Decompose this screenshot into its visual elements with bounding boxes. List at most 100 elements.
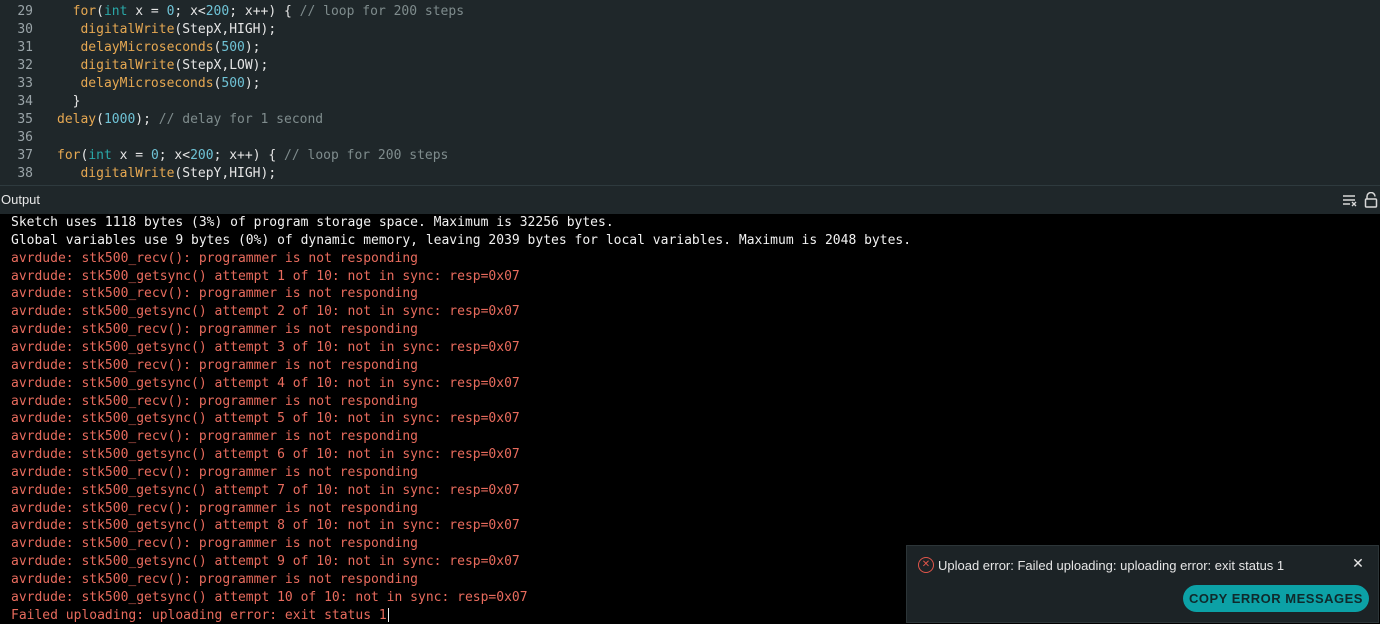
code-token: 200: [205, 4, 230, 19]
log-line-error: avrdude: stk500_recv(): programmer is no…: [11, 393, 418, 411]
code-token: ; x<: [158, 148, 191, 163]
log-text: avrdude: stk500_getsync() attempt 2 of 1…: [11, 304, 520, 320]
log-line-error: Failed uploading: uploading error: exit …: [11, 607, 389, 624]
code-line[interactable]: 38 digitalWrite(StepY,HIGH);: [0, 165, 1380, 183]
log-line-error: avrdude: stk500_recv(): programmer is no…: [11, 464, 418, 482]
code-text: for(int x = 0; x<200; x++) { // loop for…: [57, 3, 464, 21]
log-line-error: avrdude: stk500_getsync() attempt 7 of 1…: [11, 482, 520, 500]
code-token: );: [244, 40, 261, 55]
log-text: avrdude: stk500_getsync() attempt 1 of 1…: [11, 268, 520, 284]
log-text: avrdude: stk500_recv(): programmer is no…: [11, 286, 418, 302]
log-text: avrdude: stk500_recv(): programmer is no…: [11, 572, 418, 587]
log-line-error: avrdude: stk500_recv(): programmer is no…: [11, 428, 418, 446]
code-line[interactable]: 32 digitalWrite(StepX,LOW);: [0, 57, 1380, 75]
log-text: avrdude: stk500_getsync() attempt 3 of 1…: [11, 339, 520, 355]
log-line-error: avrdude: stk500_recv(): programmer is no…: [11, 250, 418, 268]
code-line[interactable]: 36: [0, 129, 1380, 147]
log-line-error: avrdude: stk500_recv(): programmer is no…: [11, 500, 418, 518]
code-line[interactable]: 34 }: [0, 93, 1380, 111]
lock-scroll-icon[interactable]: [1364, 191, 1378, 208]
log-text: avrdude: stk500_recv(): programmer is no…: [11, 500, 418, 516]
code-token: digitalWrite: [80, 22, 175, 37]
code-text: for(int x = 0; x<200; x++) { // loop for…: [57, 147, 448, 165]
log-text: avrdude: stk500_getsync() attempt 6 of 1…: [11, 447, 520, 463]
code-token: );: [244, 76, 261, 91]
code-line[interactable]: 31 delayMicroseconds(500);: [0, 39, 1380, 57]
log-line: Sketch uses 1118 bytes (3%) of program s…: [11, 214, 614, 232]
log-line-error: avrdude: stk500_getsync() attempt 1 of 1…: [11, 268, 520, 286]
code-token: for: [57, 148, 81, 163]
log-text: avrdude: stk500_getsync() attempt 4 of 1…: [11, 375, 520, 391]
code-line[interactable]: 30 digitalWrite(StepX,HIGH);: [0, 21, 1380, 39]
code-token: }: [72, 94, 81, 109]
log-text: avrdude: stk500_getsync() attempt 10 of …: [11, 589, 528, 605]
log-text: Failed uploading: uploading error: exit …: [11, 607, 387, 623]
code-token: ; x<: [174, 4, 206, 19]
log-text: avrdude: stk500_getsync() attempt 5 of 1…: [11, 411, 520, 427]
code-line[interactable]: 35 delay(1000); // delay for 1 second: [0, 111, 1380, 129]
code-token: digitalWrite: [80, 166, 175, 181]
line-number: 31: [17, 40, 33, 55]
line-number: 29: [17, 4, 33, 19]
line-number: 33: [17, 76, 33, 91]
close-icon[interactable]: ✕: [1350, 556, 1366, 572]
log-line-error: avrdude: stk500_getsync() attempt 9 of 1…: [11, 553, 520, 571]
log-line-error: avrdude: stk500_getsync() attempt 4 of 1…: [11, 375, 520, 393]
clear-output-icon[interactable]: [1342, 192, 1358, 208]
log-line-error: avrdude: stk500_recv(): programmer is no…: [11, 357, 418, 375]
line-number: 30: [17, 22, 33, 37]
code-token: digitalWrite: [80, 58, 175, 73]
copy-error-messages-button[interactable]: COPY ERROR MESSAGES: [1183, 585, 1369, 612]
code-token: // delay for 1 second: [158, 112, 324, 127]
code-token: 500: [221, 40, 245, 55]
output-title: Output: [1, 192, 41, 207]
code-line[interactable]: 37 for(int x = 0; x<200; x++) { // loop f…: [0, 147, 1380, 165]
code-token: int: [88, 148, 112, 163]
code-token: // loop for 200 steps: [284, 148, 449, 163]
code-token: (StepX,LOW);: [174, 58, 269, 73]
log-text: avrdude: stk500_recv(): programmer is no…: [11, 357, 418, 373]
line-number: 35: [17, 112, 33, 127]
code-token: x =: [127, 4, 167, 19]
code-token: ; x++) {: [229, 4, 300, 19]
code-token: delay: [57, 112, 97, 127]
log-text: avrdude: stk500_recv(): programmer is no…: [11, 250, 418, 266]
log-line: Global variables use 9 bytes (0%) of dyn…: [11, 232, 911, 250]
log-text: avrdude: stk500_getsync() attempt 9 of 1…: [11, 554, 520, 570]
output-panel-header: Output: [0, 185, 1380, 214]
code-editor[interactable]: 29 for(int x = 0; x<200; x++) { // loop …: [0, 0, 1380, 185]
log-line-error: avrdude: stk500_recv(): programmer is no…: [11, 571, 418, 589]
code-line[interactable]: 33 delayMicroseconds(500);: [0, 75, 1380, 93]
notification-message: Upload error: Failed uploading: uploadin…: [938, 558, 1285, 573]
code-token: 500: [221, 76, 245, 91]
code-token: ; x++) {: [213, 148, 285, 163]
code-text: delayMicroseconds(500);: [57, 75, 261, 93]
code-text: delay(1000); // delay for 1 second: [57, 111, 323, 129]
code-token: int: [103, 4, 128, 19]
code-token: 200: [190, 148, 214, 163]
log-line-error: avrdude: stk500_recv(): programmer is no…: [11, 285, 418, 303]
code-text: digitalWrite(StepY,HIGH);: [57, 165, 276, 183]
line-number: 37: [17, 148, 33, 163]
code-token: 0: [150, 148, 159, 163]
code-token: delayMicroseconds: [80, 40, 214, 55]
log-line-error: avrdude: stk500_getsync() attempt 6 of 1…: [11, 446, 520, 464]
log-line-error: avrdude: stk500_recv(): programmer is no…: [11, 535, 418, 553]
log-text: Sketch uses 1118 bytes (3%) of program s…: [11, 215, 614, 230]
log-line-error: avrdude: stk500_getsync() attempt 10 of …: [11, 589, 528, 607]
log-text: avrdude: stk500_recv(): programmer is no…: [11, 393, 418, 409]
upload-error-notification: ✕ Upload error: Failed uploading: upload…: [906, 545, 1379, 623]
code-token: (: [96, 112, 104, 127]
log-text: avrdude: stk500_recv(): programmer is no…: [11, 429, 418, 445]
log-line-error: avrdude: stk500_getsync() attempt 8 of 1…: [11, 517, 520, 535]
log-text: avrdude: stk500_recv(): programmer is no…: [11, 536, 418, 552]
log-line-error: avrdude: stk500_getsync() attempt 2 of 1…: [11, 303, 520, 321]
code-text: delayMicroseconds(500);: [57, 39, 261, 57]
code-line[interactable]: 29 for(int x = 0; x<200; x++) { // loop …: [0, 3, 1380, 21]
code-token: 1000: [103, 112, 136, 127]
